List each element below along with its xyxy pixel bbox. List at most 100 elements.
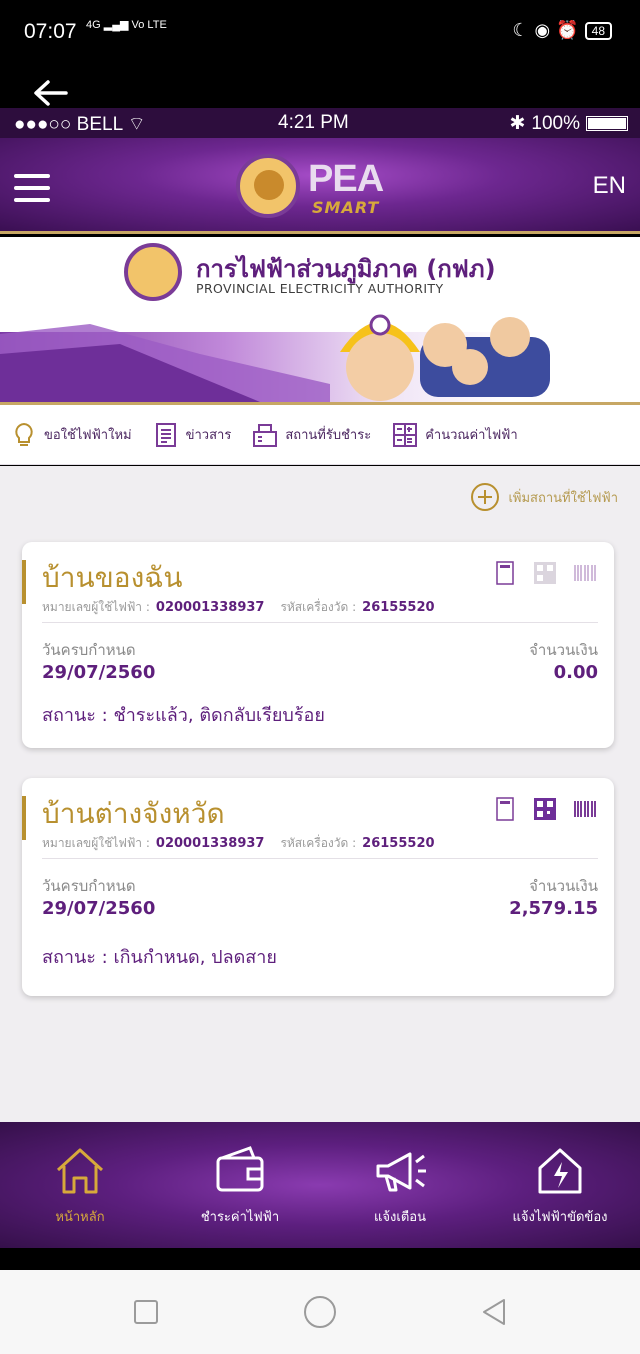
back-triangle-icon[interactable] [478,1296,510,1328]
brand-title: PEA [308,158,384,200]
quick-item-calculator[interactable]: คำนวณค่าไฟฟ้า [391,421,518,449]
nav-label: ชำระค่าไฟฟ้า [200,1209,280,1225]
ios-status-bar: ●●●○○ BELL ⌔ 4:21 PM ✱ 100% [0,108,640,138]
org-name-english: PROVINCIAL ELECTRICITY AUTHORITY [196,281,444,296]
quick-item-label: สถานที่รับชำระ [285,428,372,443]
alarm-icon: ⏰ [556,20,579,41]
card-title: บ้านต่างจังหวัด [42,797,225,830]
meter-label: รหัสเครื่องวัด : [280,836,357,850]
wallet-icon [216,1145,264,1191]
account-number: 020001338937 [155,600,265,615]
brand-subtitle: SMART [312,198,380,217]
app-header: PEA SMART EN [0,138,640,234]
amount-value: 0.00 [553,662,598,683]
payment-counter-icon [253,423,278,447]
bottom-navigation: หน้าหลัก ชำระค่าไฟฟ้า แจ้งเตือน แจ้งไฟฟ้… [0,1122,640,1248]
home-icon [56,1148,104,1193]
due-label: วันครบกำหนด [42,641,136,659]
outage-house-icon [538,1148,582,1193]
language-toggle-button[interactable]: EN [593,172,626,200]
calculator-icon [393,422,418,447]
nav-home[interactable]: หน้าหลัก [0,1122,160,1248]
moon-icon: ☾ [512,20,529,41]
quick-item-payment-locations[interactable]: สถานที่รับชำระ [251,421,371,449]
lightbulb-icon [15,422,33,446]
card-meta: หมายเลขผู้ใช้ไฟฟ้า : 020001338937 รหัสเค… [42,834,445,853]
hamburger-menu-icon[interactable] [14,174,50,204]
battery-icon: 48 [584,21,612,40]
pea-seal-icon [236,154,300,218]
ios-right-status: ✱ 100% [509,112,628,135]
android-navigation-bar [0,1270,640,1354]
hero-banner: การไฟฟ้าส่วนภูมิภาค (กฟภ) PROVINCIAL ELE… [0,237,640,405]
quick-item-label: ข่าวสาร [185,428,232,443]
android-clock: 07:07 [24,20,77,43]
android-status-icons: ☾ ◉ ⏰ 48 [512,20,612,41]
add-location-button[interactable]: เพิ่มสถานที่ใช้ไฟฟ้า [470,482,618,512]
nav-pay-bill[interactable]: ชำระค่าไฟฟ้า [160,1122,320,1248]
nav-spacer [0,1248,640,1270]
qr-code-icon[interactable] [532,796,558,822]
meter-number: 26155520 [362,600,435,615]
add-location-label: เพิ่มสถานที่ใช้ไฟฟ้า [508,490,618,506]
nav-report-outage[interactable]: แจ้งไฟฟ้าขัดข้อง [480,1122,640,1248]
lock-rotation-icon: ◉ [534,20,551,41]
megaphone-icon [376,1152,426,1191]
account-label: หมายเลขผู้ใช้ไฟฟ้า : [42,600,150,614]
back-arrow-icon[interactable] [30,78,70,108]
location-card[interactable]: บ้านต่างจังหวัด หมายเลขผู้ใช้ไฟฟ้า : 020… [22,778,614,996]
ios-carrier: ●●●○○ BELL ⌔ [14,114,146,135]
mascot-illustration [340,314,550,401]
banner-polygon-art [0,324,330,402]
nav-label: หน้าหลัก [55,1209,105,1225]
nav-label: แจ้งไฟฟ้าขัดข้อง [512,1209,608,1225]
org-seal-icon [124,243,182,301]
recent-apps-icon[interactable] [134,1300,158,1324]
bill-icon[interactable] [492,796,518,822]
wifi-icon: ⌔ [127,114,146,135]
home-button-icon[interactable] [304,1296,336,1328]
qr-code-icon[interactable] [532,560,558,586]
barcode-icon[interactable] [572,796,598,822]
quick-item-news[interactable]: ข่าวสาร [152,421,232,449]
card-title: บ้านของฉัน [42,561,183,594]
quick-menu: ขอใช้ไฟฟ้าใหม่ ข่าวสาร สถานที่รับชำระ คำ… [0,405,640,465]
ios-battery-percent: 100% [531,112,580,134]
android-status-bar: 07:07 4G ▂▄▆ Vo LTE ☾ ◉ ⏰ 48 [0,0,640,68]
quick-item-label: ขอใช้ไฟฟ้าใหม่ [44,428,132,443]
status-text: สถานะ : เกินกำหนด, ปลดสาย [42,947,277,968]
card-actions [492,796,598,822]
news-icon [155,422,176,447]
status-text: สถานะ : ชำระแล้ว, ติดกลับเรียบร้อย [42,705,325,726]
card-divider [42,622,598,623]
meter-label: รหัสเครื่องวัด : [280,600,357,614]
amount-value: 2,579.15 [509,898,598,919]
nav-label: แจ้งเตือน [374,1209,426,1225]
card-divider [42,858,598,859]
meter-number: 26155520 [362,836,435,851]
back-row [0,68,640,108]
card-accent-bar [22,560,26,604]
location-card[interactable]: บ้านของฉัน หมายเลขผู้ใช้ไฟฟ้า : 02000133… [22,542,614,748]
ios-battery-icon [586,116,628,131]
due-date: 29/07/2560 [42,662,156,683]
main-content: เพิ่มสถานที่ใช้ไฟฟ้า บ้านของฉัน หมายเลขผ… [0,466,640,1122]
pea-smart-plus-logo: PEA SMART [236,150,436,222]
quick-item-label: คำนวณค่าไฟฟ้า [425,428,518,443]
account-number: 020001338937 [155,836,265,851]
due-date: 29/07/2560 [42,898,156,919]
barcode-icon[interactable] [572,560,598,586]
network-indicator: 4G ▂▄▆ Vo LTE [86,19,167,31]
due-label: วันครบกำหนด [42,877,136,895]
quick-item-new-service[interactable]: ขอใช้ไฟฟ้าใหม่ [10,421,132,449]
amount-label: จำนวนเงิน [529,641,598,659]
bluetooth-icon: ✱ [509,113,526,134]
account-label: หมายเลขผู้ใช้ไฟฟ้า : [42,836,150,850]
plus-circle-icon [471,483,500,511]
card-accent-bar [22,796,26,840]
card-actions [492,560,598,586]
nav-notifications[interactable]: แจ้งเตือน [320,1122,480,1248]
bill-icon[interactable] [492,560,518,586]
card-meta: หมายเลขผู้ใช้ไฟฟ้า : 020001338937 รหัสเค… [42,598,445,617]
ios-clock: 4:21 PM [278,112,349,133]
